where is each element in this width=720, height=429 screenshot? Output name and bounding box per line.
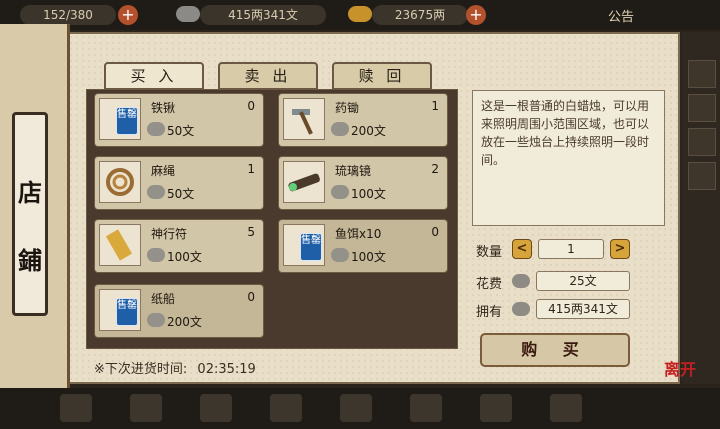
item-name: 琉璃镜 <box>335 164 372 178</box>
silver-icon <box>331 248 349 262</box>
cost-label: 花费 <box>476 277 503 292</box>
shop-title-plaque: 店 鋪 <box>12 112 48 316</box>
item-price: 100文 <box>351 187 386 201</box>
menu-button-1[interactable] <box>60 394 92 422</box>
cost-value: 25文 <box>536 271 630 291</box>
silver-icon <box>512 302 530 316</box>
quantity-input[interactable]: 1 <box>538 239 604 259</box>
silver-icon <box>331 122 349 136</box>
tab-buy[interactable]: 买 入 <box>104 62 204 90</box>
item-price: 200文 <box>167 315 202 329</box>
top-status-bar: 152/380 + 415两341文 23675两 + 公告 <box>0 0 720 30</box>
item-price: 100文 <box>351 250 386 264</box>
silver-icon <box>512 274 530 288</box>
silver-icon <box>331 185 349 199</box>
side-button-3[interactable] <box>688 128 716 156</box>
menu-button-2[interactable] <box>130 394 162 422</box>
item-card[interactable]: 售罄 鱼饵x10 0 100文 <box>278 219 448 273</box>
item-description: 这是一根普通的白蜡烛，可以用来照明周围小范围区域，也可以放在一些烛台上持续照明一… <box>472 90 665 226</box>
item-quantity: 5 <box>247 225 255 239</box>
menu-button-4[interactable] <box>270 394 302 422</box>
restock-timer: ※下次进货时间: 02:35:19 <box>94 358 256 377</box>
tab-sell[interactable]: 卖 出 <box>218 62 318 90</box>
item-name: 纸船 <box>151 292 176 306</box>
item-quantity: 0 <box>431 225 439 239</box>
sold-out-badge: 售罄 <box>300 233 322 261</box>
talisman-icon <box>99 224 141 266</box>
tab-redeem[interactable]: 赎 回 <box>332 62 432 90</box>
bait-icon: 售罄 <box>283 224 325 266</box>
decrease-quantity-button[interactable]: < <box>512 239 532 259</box>
item-name: 神行符 <box>151 227 188 241</box>
buy-button[interactable]: 购 买 <box>480 333 630 367</box>
item-price: 50文 <box>167 124 195 138</box>
right-side-strip <box>682 32 720 384</box>
item-card[interactable]: 神行符 5 100文 <box>94 219 264 273</box>
rope-icon <box>99 161 141 203</box>
item-price: 200文 <box>351 124 386 138</box>
item-name: 药锄 <box>335 101 360 115</box>
silver-icon <box>147 122 165 136</box>
paper-boat-icon: 售罄 <box>99 289 141 331</box>
item-card[interactable]: 售罄 铁锹 0 50文 <box>94 93 264 147</box>
item-card[interactable]: 售罄 纸船 0 200文 <box>94 284 264 338</box>
item-name: 麻绳 <box>151 164 176 178</box>
bottom-menu-bar <box>0 388 720 429</box>
item-quantity: 0 <box>247 290 255 304</box>
silver-icon <box>147 313 165 327</box>
gold-ingot-icon <box>348 6 372 22</box>
silver-icon <box>147 185 165 199</box>
restock-time: 02:35:19 <box>197 362 256 377</box>
notice-button[interactable]: 公告 <box>608 6 634 25</box>
item-name: 鱼饵x10 <box>335 227 382 241</box>
shovel-icon: 售罄 <box>99 98 141 140</box>
item-quantity: 1 <box>431 99 439 113</box>
item-price: 100文 <box>167 250 202 264</box>
silver-balance: 415两341文 <box>200 5 326 25</box>
silver-icon <box>176 6 200 22</box>
sold-out-badge: 售罄 <box>116 298 138 326</box>
menu-button-8[interactable] <box>550 394 582 422</box>
increase-quantity-button[interactable]: > <box>610 239 630 259</box>
item-card[interactable]: 琉璃镜 2 100文 <box>278 156 448 210</box>
side-button-2[interactable] <box>688 94 716 122</box>
item-card[interactable]: 麻绳 1 50文 <box>94 156 264 210</box>
gold-balance: 23675两 <box>372 5 468 25</box>
capacity-display: 152/380 <box>20 5 116 25</box>
leave-button[interactable]: 离开 <box>664 356 710 386</box>
quantity-label: 数量 <box>476 245 503 260</box>
hoe-icon <box>283 98 325 140</box>
item-price: 50文 <box>167 187 195 201</box>
item-name: 铁锹 <box>151 101 176 115</box>
item-card[interactable]: 药锄 1 200文 <box>278 93 448 147</box>
menu-button-3[interactable] <box>200 394 232 422</box>
shop-title-char-2: 鋪 <box>18 246 42 275</box>
spyglass-icon <box>283 161 325 203</box>
menu-button-6[interactable] <box>410 394 442 422</box>
item-quantity: 2 <box>431 162 439 176</box>
add-gold-button[interactable]: + <box>466 5 486 25</box>
item-quantity: 0 <box>247 99 255 113</box>
shop-title-char-1: 店 <box>18 178 42 207</box>
owned-label: 拥有 <box>476 305 503 320</box>
menu-button-7[interactable] <box>480 394 512 422</box>
item-quantity: 1 <box>247 162 255 176</box>
side-button-4[interactable] <box>688 162 716 190</box>
silver-icon <box>147 248 165 262</box>
side-button-1[interactable] <box>688 60 716 88</box>
menu-button-5[interactable] <box>340 394 372 422</box>
add-capacity-button[interactable]: + <box>118 5 138 25</box>
sold-out-badge: 售罄 <box>116 107 138 135</box>
restock-label: ※下次进货时间: <box>94 362 188 377</box>
owned-value: 415两341文 <box>536 299 630 319</box>
